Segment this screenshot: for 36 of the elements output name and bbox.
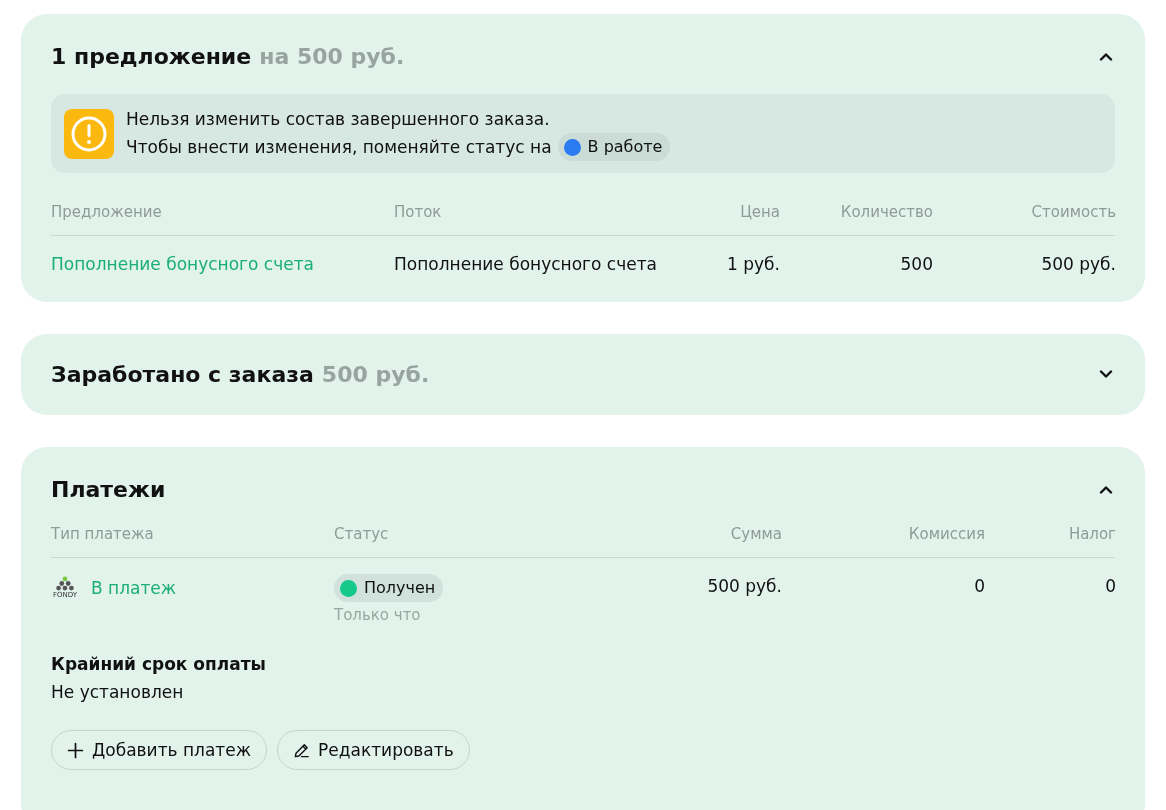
section-title: Заработано с заказа xyxy=(51,361,314,387)
table-cell-text: 500 руб. xyxy=(1040,254,1116,274)
table-cell-text: 500 xyxy=(899,254,933,274)
table-cell-text: 0 xyxy=(1104,576,1116,596)
deadline-value: Не установлен xyxy=(51,682,185,702)
dots-logo-icon xyxy=(54,576,76,591)
status-chip: В работе xyxy=(557,133,671,161)
status-chip: Получен xyxy=(334,574,444,602)
deadline-label: Крайний срок оплаты xyxy=(51,654,267,674)
column-header: Количество xyxy=(839,203,933,221)
section-title: 1 предложение xyxy=(51,43,252,69)
section-total: на 500 руб. xyxy=(259,43,405,69)
section-title: Платежи xyxy=(51,476,166,502)
table-cell-text: 0 xyxy=(973,576,985,596)
table-cell-text: 500 руб. xyxy=(706,576,782,596)
chevron-icon[interactable] xyxy=(1099,369,1113,379)
column-header: Цена xyxy=(739,203,780,221)
column-header: Стоимость xyxy=(1030,203,1116,221)
warning-icon xyxy=(64,108,114,159)
notice-text: Нельзя изменить состав завершенного заказа. xyxy=(126,108,550,131)
chevron-icon[interactable] xyxy=(1099,51,1113,61)
plus-icon xyxy=(67,741,84,759)
column-header: Сумма xyxy=(729,525,782,543)
section-total: 500 руб. xyxy=(321,361,430,387)
table-cell-text: Пополнение бонусного счета xyxy=(394,254,658,274)
status-time: Только что xyxy=(334,606,421,624)
column-header: Налог xyxy=(1067,525,1116,543)
chevron-icon[interactable] xyxy=(1099,484,1113,494)
column-header: Комиссия xyxy=(907,525,985,543)
notice-text: Чтобы внести изменения, поменяйте статус на xyxy=(126,135,552,159)
column-header: Тип платежа xyxy=(51,525,155,543)
table-cell-text: 1 руб. xyxy=(726,254,780,274)
column-header: Статус xyxy=(334,525,390,543)
column-header: Поток xyxy=(394,203,443,221)
column-header: Предложение xyxy=(51,203,163,221)
pencil-icon xyxy=(293,741,311,759)
